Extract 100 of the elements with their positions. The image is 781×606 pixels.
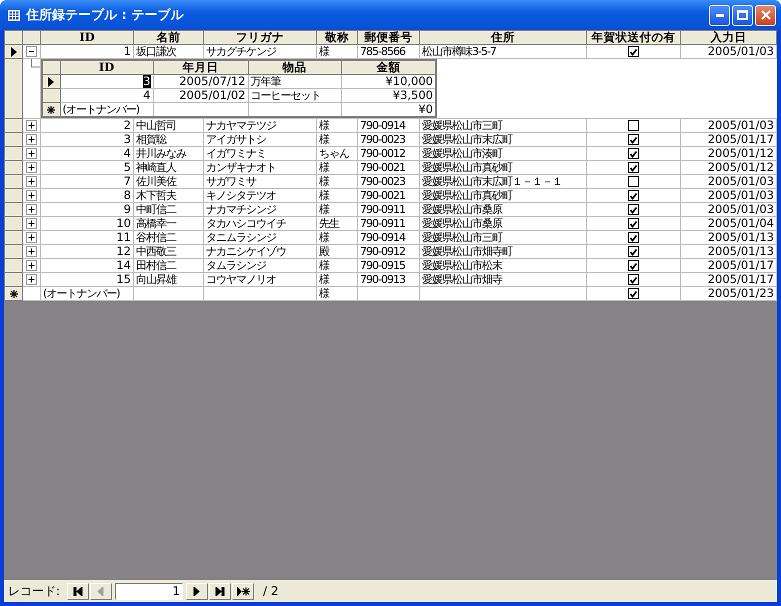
table-cell: 様: [316, 118, 358, 132]
table-cell: 神崎直人: [134, 160, 204, 174]
column-header[interactable]: 郵便番号: [358, 30, 420, 44]
checkbox[interactable]: [628, 218, 639, 230]
table-cell: 愛媛県松山市桑原: [420, 216, 586, 230]
maximize-button[interactable]: [732, 4, 753, 26]
table-cell: 様: [316, 132, 358, 146]
plus-icon: [27, 164, 36, 172]
table-cell: イガワミナミ: [204, 146, 316, 160]
table-cell: 10: [40, 216, 134, 230]
checkbox[interactable]: [628, 190, 639, 202]
table-cell: 様: [316, 258, 358, 272]
column-header[interactable]: ID: [60, 60, 153, 74]
table-cell: 790-0913: [358, 272, 420, 286]
column-header[interactable]: 年月日: [153, 60, 248, 74]
table-cell: 愛媛県松山市末広町１－１－１: [420, 174, 586, 188]
column-header[interactable]: 金額: [341, 60, 436, 74]
table-cell: 愛媛県松山市湊町: [420, 146, 586, 160]
table-cell: 様: [316, 286, 358, 300]
expand-toggle[interactable]: [26, 148, 37, 160]
table-cell: 2005/01/23: [680, 286, 776, 300]
table-cell: 2005/01/03: [680, 174, 776, 188]
empty-cell: [134, 286, 204, 300]
record-selector[interactable]: [4, 286, 22, 300]
expand-toggle[interactable]: [26, 246, 37, 258]
column-header[interactable]: 入力日: [680, 30, 776, 44]
plus-icon: [27, 220, 36, 228]
column-header[interactable]: 敬称: [316, 30, 358, 44]
table-cell: 7: [40, 174, 134, 188]
table-cell: (オートナンバー): [40, 286, 134, 300]
checkbox[interactable]: [628, 148, 639, 160]
checkbox[interactable]: [628, 204, 639, 216]
record-selector[interactable]: [42, 74, 60, 88]
expand-toggle[interactable]: [26, 162, 37, 174]
expand-toggle[interactable]: [26, 232, 37, 244]
new-record-icon: [8, 288, 18, 298]
empty-cell: [358, 286, 420, 300]
expand-toggle[interactable]: [26, 46, 37, 58]
table-cell: ナカヤマテツジ: [204, 118, 316, 132]
expand-toggle[interactable]: [26, 260, 37, 272]
table-cell: 愛媛県松山市末広町: [420, 132, 586, 146]
minimize-button[interactable]: [709, 4, 730, 26]
table-cell: コウヤマノリオ: [204, 272, 316, 286]
first-record-button[interactable]: [67, 582, 90, 600]
checkbox[interactable]: [628, 176, 639, 188]
expand-toggle[interactable]: [26, 204, 37, 216]
plus-icon: [27, 178, 36, 186]
table-cell: 2005/01/02: [153, 88, 248, 102]
table-cell: 790-0911: [358, 216, 420, 230]
checkbox[interactable]: [628, 232, 639, 244]
column-header[interactable]: 住所: [420, 30, 586, 44]
record-selector[interactable]: [4, 44, 22, 58]
next-record-button[interactable]: [186, 582, 208, 600]
column-header[interactable]: 年賀状送付の有: [586, 30, 680, 44]
checkbox[interactable]: [628, 246, 639, 258]
table-cell: 中町信二: [134, 202, 204, 216]
expand-toggle[interactable]: [26, 120, 37, 132]
plus-icon: [27, 262, 36, 270]
column-header[interactable]: 物品: [248, 60, 341, 74]
table-cell: 様: [316, 272, 358, 286]
table-cell: 2005/01/13: [680, 230, 776, 244]
table-cell: 高橋幸一: [134, 216, 204, 230]
expand-toggle[interactable]: [26, 190, 37, 202]
table-cell: 相賀聡: [134, 132, 204, 146]
column-header[interactable]: ID: [40, 30, 134, 44]
checkbox[interactable]: [628, 288, 639, 300]
table-cell: 14: [40, 258, 134, 272]
checkbox[interactable]: [628, 274, 639, 286]
minimize-icon: [716, 14, 724, 16]
table-cell: 殿: [316, 244, 358, 258]
checkbox[interactable]: [628, 134, 639, 146]
table-cell: タニムラシンジ: [204, 230, 316, 244]
table-cell: 4: [60, 88, 153, 102]
expand-toggle[interactable]: [26, 134, 37, 146]
column-header[interactable]: フリガナ: [204, 30, 316, 44]
table-cell: 2005/01/13: [680, 244, 776, 258]
checkbox[interactable]: [628, 162, 639, 174]
table-cell: 向山昇雄: [134, 272, 204, 286]
record-number-field[interactable]: 1: [115, 582, 184, 600]
table-cell: 3: [40, 132, 134, 146]
expand-toggle[interactable]: [26, 218, 37, 230]
expand-toggle[interactable]: [26, 176, 37, 188]
table-cell: 790-0914: [358, 118, 420, 132]
table-cell: 2005/01/12: [680, 160, 776, 174]
column-header[interactable]: 名前: [134, 30, 204, 44]
table-cell: 愛媛県松山市松末: [420, 258, 586, 272]
expand-toggle[interactable]: [26, 274, 37, 286]
table-cell: 790-0012: [358, 146, 420, 160]
table-cell: 2005/01/03: [680, 188, 776, 202]
new-record-button[interactable]: [232, 582, 254, 600]
checkbox[interactable]: [628, 260, 639, 272]
table-cell: 2005/01/03: [680, 202, 776, 216]
last-record-button[interactable]: [209, 582, 232, 600]
table-cell: 松山市樽味3-5-7: [420, 44, 586, 58]
checkbox[interactable]: [628, 46, 639, 58]
checkbox[interactable]: [628, 120, 639, 132]
table-cell: 愛媛県松山市三町: [420, 118, 586, 132]
record-selector[interactable]: [42, 102, 60, 117]
close-button[interactable]: [755, 4, 776, 26]
table-cell: 2005/01/17: [680, 132, 776, 146]
